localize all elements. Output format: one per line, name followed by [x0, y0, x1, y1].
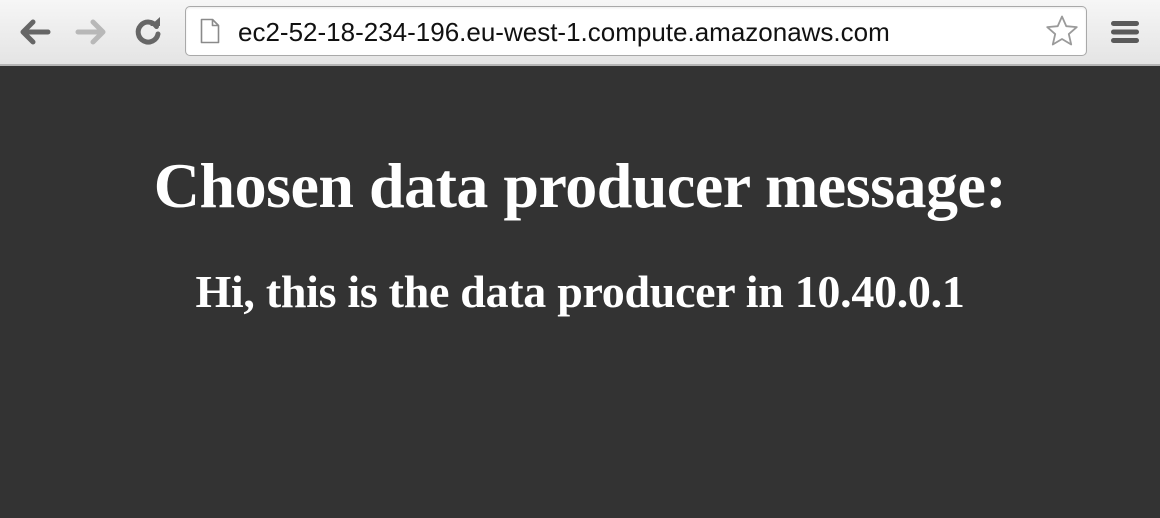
forward-button[interactable]	[69, 10, 113, 54]
menu-button[interactable]	[1104, 12, 1146, 52]
browser-toolbar: ec2-52-18-234-196.eu-west-1.compute.amaz…	[0, 0, 1160, 66]
back-button[interactable]	[13, 10, 57, 54]
page-icon	[200, 18, 220, 44]
back-arrow-icon	[20, 19, 51, 45]
page-heading: Chosen data producer message:	[153, 150, 1007, 221]
reload-icon	[135, 17, 161, 45]
address-bar[interactable]: ec2-52-18-234-196.eu-west-1.compute.amaz…	[185, 6, 1087, 56]
reload-button[interactable]	[126, 10, 170, 54]
browser-window: ec2-52-18-234-196.eu-west-1.compute.amaz…	[0, 0, 1160, 518]
star-icon	[1046, 15, 1078, 46]
address-bar-url[interactable]: ec2-52-18-234-196.eu-west-1.compute.amaz…	[238, 18, 890, 46]
producer-message: Hi, this is the data producer in 10.40.0…	[195, 266, 965, 317]
page-content: Chosen data producer message: Hi, this i…	[0, 66, 1160, 518]
forward-arrow-icon	[75, 19, 106, 45]
hamburger-menu-icon	[1111, 21, 1139, 43]
bookmark-star-button[interactable]	[1044, 13, 1080, 49]
